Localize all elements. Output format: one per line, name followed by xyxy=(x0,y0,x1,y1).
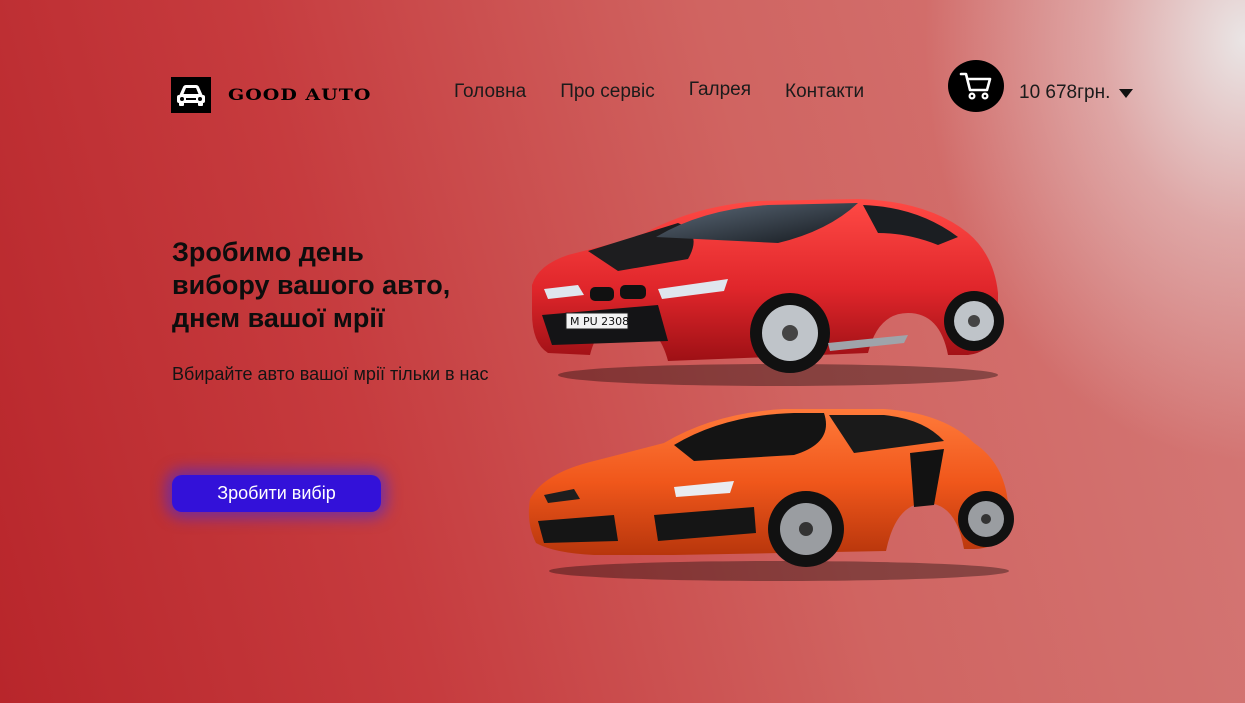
nav-item-home[interactable]: Головна xyxy=(454,81,526,103)
cart-button[interactable] xyxy=(948,60,1004,112)
car-front-icon xyxy=(171,77,211,113)
hero-title: Зробимо день вибору вашого авто, днем ва… xyxy=(172,236,492,335)
nav-item-gallery[interactable]: Галрея xyxy=(689,79,751,101)
brand-logo[interactable]: GOOD AUTO xyxy=(171,77,371,113)
balance-dropdown[interactable]: 10 678грн. xyxy=(1019,82,1134,104)
hero-title-line: Зробимо день xyxy=(172,237,364,267)
cart-icon xyxy=(959,72,992,100)
balance-amount: 10 678грн. xyxy=(1019,82,1111,103)
nav-item-about[interactable]: Про сервіс xyxy=(560,81,655,103)
nav-item-contacts[interactable]: Контакти xyxy=(785,81,864,103)
hero-subtitle: Вбирайте авто вашої мрії тільки в нас xyxy=(172,364,489,384)
hero-title-line: днем вашої мрії xyxy=(172,303,385,333)
choose-button[interactable]: Зробити вибір xyxy=(172,475,381,512)
main-nav: Головна Про сервіс Галрея Контакти xyxy=(454,79,898,103)
orange-sports-car-image xyxy=(528,409,1014,581)
brand-name: GOOD AUTO xyxy=(228,85,372,105)
license-plate: M PU 2308 xyxy=(570,315,629,328)
caret-down-icon xyxy=(1119,88,1134,98)
hero-title-line: вибору вашого авто, xyxy=(172,270,451,300)
red-sports-car-image: M PU 2308 xyxy=(532,199,1004,386)
